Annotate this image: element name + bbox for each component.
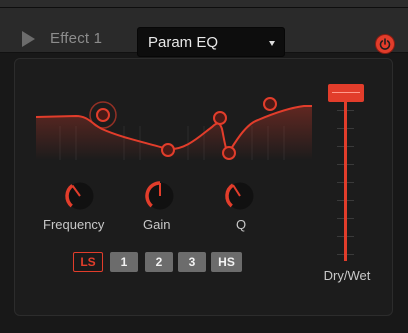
eq-band-handle-hs[interactable] <box>263 97 277 111</box>
frequency-knob[interactable] <box>62 178 98 214</box>
effect-header: Effect 1 Param EQ <box>0 8 408 57</box>
dry-wet-slider-handle[interactable] <box>328 84 364 102</box>
q-label: Q <box>236 217 247 232</box>
band-button-ls[interactable]: LS <box>73 252 103 272</box>
frequency-label: Frequency <box>43 217 105 232</box>
band-button-2[interactable]: 2 <box>145 252 173 272</box>
band-button-hs[interactable]: HS <box>211 252 242 272</box>
eq-band-handle-1[interactable] <box>161 143 175 157</box>
gain-knob[interactable] <box>142 178 178 214</box>
effect-type-dropdown[interactable]: Param EQ <box>137 27 285 57</box>
eq-band-handle-2[interactable] <box>213 111 227 125</box>
gain-label: Gain <box>143 217 171 232</box>
effect-type-label: Param EQ <box>148 34 219 51</box>
dry-wet-slider-track[interactable] <box>344 100 347 261</box>
q-knob[interactable] <box>222 178 258 214</box>
power-button[interactable] <box>375 34 395 54</box>
top-bar <box>0 0 408 8</box>
dry-wet-label: Dry/Wet <box>323 268 371 283</box>
chevron-down-icon <box>269 41 275 46</box>
play-icon[interactable] <box>22 31 35 47</box>
eq-band-handle-3[interactable] <box>222 146 236 160</box>
eq-band-handle-ls[interactable] <box>96 108 110 122</box>
band-button-3[interactable]: 3 <box>178 252 206 272</box>
eq-band-handles <box>89 97 277 160</box>
effect-slot-title: Effect 1 <box>50 30 103 47</box>
band-button-1[interactable]: 1 <box>110 252 138 272</box>
effect-slot: Effect 1 Param EQ Frequency Gain Q LS 1 … <box>0 0 408 333</box>
power-icon <box>379 38 391 50</box>
